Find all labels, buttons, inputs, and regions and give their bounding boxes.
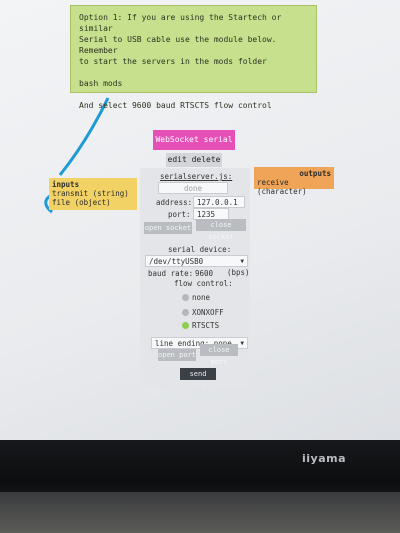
done-button[interactable]: done — [158, 182, 228, 194]
chevron-down-icon: ▼ — [240, 340, 244, 347]
screen: Option 1: If you are using the Startech … — [0, 0, 400, 440]
send-file-button[interactable]: send file — [180, 368, 216, 390]
monitor-brand-logo: iiyama — [302, 452, 347, 465]
baud-rate-input[interactable]: 9600 — [191, 267, 221, 279]
flow-xonxoff-label: XONXOFF — [192, 308, 224, 317]
flow-none-label: none — [192, 293, 211, 302]
edit-delete-bar: edit delete — [166, 153, 222, 167]
radio-rtscts[interactable] — [182, 322, 189, 329]
delete-button[interactable]: delete — [192, 155, 221, 164]
note-line-1: Option 1: If you are using the Startech … — [79, 13, 282, 33]
note-line-4: bash mods — [79, 79, 123, 88]
address-input[interactable]: 127.0.0.1 — [193, 196, 245, 208]
outputs-header: outputs — [299, 169, 331, 178]
serialserver-label: serialserver.js: — [160, 172, 233, 181]
serial-device-value: /dev/ttyUSB0 — [149, 257, 204, 266]
open-port-button[interactable]: open port — [158, 349, 196, 361]
instructions-note: Option 1: If you are using the Startech … — [70, 5, 317, 110]
flow-rtscts-label: RTSCTS — [192, 321, 220, 330]
outputs-box: outputs receive (character) — [254, 167, 334, 196]
address-label: address: — [156, 198, 193, 207]
input-transmit[interactable]: transmit (string) — [52, 189, 134, 198]
port-label: port: — [168, 210, 191, 219]
serial-device-select[interactable]: /dev/ttyUSB0 ▼ — [145, 255, 248, 267]
note-line-5: And select 9600 baud RTSCTS flow control — [79, 101, 272, 110]
inputs-header: inputs — [52, 180, 80, 189]
inputs-box: inputs transmit (string) file (object) — [49, 178, 137, 210]
note-line-2: Serial to USB cable use the module below… — [79, 35, 277, 55]
module-title[interactable]: WebSocket serial — [153, 130, 235, 150]
close-socket-button[interactable]: close socket — [196, 219, 246, 241]
desk-surface — [0, 492, 400, 533]
note-line-3: to start the servers in the mods folder — [79, 57, 267, 66]
radio-none[interactable] — [182, 294, 189, 301]
chevron-down-icon: ▼ — [240, 258, 244, 265]
close-port-button[interactable]: close port — [200, 344, 238, 366]
radio-xonxoff[interactable] — [182, 309, 189, 316]
serial-device-label: serial device: — [168, 245, 232, 254]
output-receive[interactable]: receive (character) — [257, 178, 331, 196]
open-socket-button[interactable]: open socket — [144, 222, 192, 234]
baud-rate-label: baud rate: — [148, 269, 194, 278]
edit-button[interactable]: edit — [168, 155, 187, 164]
flow-control-label: flow control: — [174, 279, 233, 288]
baud-unit-label: (bps) — [227, 268, 250, 277]
input-file[interactable]: file (object) — [52, 198, 134, 207]
